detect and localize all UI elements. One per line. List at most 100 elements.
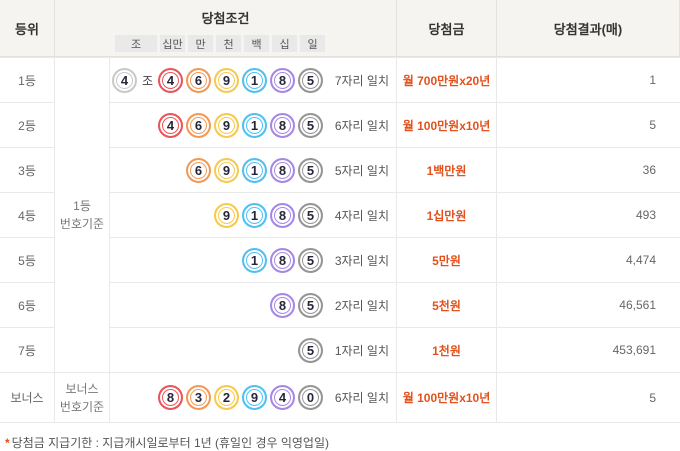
ball-number: 8 [278,297,287,313]
match-label: 4자리 일치 [334,208,389,223]
prize-cell: 5천원 [397,282,497,327]
condition-cell: 9 1 8 5 4자리 일치 [110,192,397,237]
ball-strip: 9 1 8 5 [110,202,325,228]
position-box: 십만 [160,35,185,52]
condition-cell: 4 조 4 6 9 1 8 5 7자리 일치 [110,57,397,102]
ball-number: 5 [306,207,315,223]
header-prize: 당첨금 [397,0,497,57]
prize-cell: 월 100만원x10년 [397,102,497,147]
number-ball: 8 [158,385,183,410]
ball-number: 8 [278,162,287,178]
number-ball: 8 [270,112,295,138]
position-box: 천 [216,35,241,52]
number-ball: 8 [270,67,295,93]
condition-cell: 5 1자리 일치 [110,327,397,372]
prize-cell: 1십만원 [397,192,497,237]
ball-number: 9 [222,207,231,223]
number-ball: 3 [186,385,211,410]
basis-bonus-line2: 번호기준 [59,399,105,414]
ball-number: 4 [166,72,175,88]
ball-number: 3 [194,390,203,405]
ball-number: 1 [250,72,259,88]
number-ball: 6 [186,157,211,183]
ball-number: 5 [306,162,315,178]
number-ball: 5 [298,247,323,273]
count-cell: 493 [497,192,680,237]
ball-number: 5 [306,342,315,358]
ball-number: 0 [306,390,315,405]
match-label: 6자리 일치 [334,391,389,405]
ball-strip: 4조4 6 9 1 8 5 [110,67,325,93]
ball-number: 6 [194,117,203,133]
number-ball: 2 [214,385,239,410]
count-cell: 46,561 [497,282,680,327]
condition-cell: 6 9 1 8 5 5자리 일치 [110,147,397,192]
ball-number: 9 [222,117,231,133]
ball-number: 8 [278,72,287,88]
number-ball: 4 [158,67,183,93]
number-ball: 1 [242,247,267,273]
ball-number: 5 [306,72,315,88]
ball-strip: 6 9 1 8 5 [110,157,325,183]
results-table: 등위 당첨조건 조 십만 만 천 백 십 일 당첨금 당첨결과(매) 1등 번호기준 보너스… [0,0,680,423]
number-ball: 1 [242,202,267,228]
number-ball: 0 [298,385,323,410]
rank-cell: 6등 [0,282,55,327]
match-label: 3자리 일치 [334,253,389,268]
ball-number: 5 [306,297,315,313]
number-ball: 8 [270,292,295,318]
position-box: 백 [244,35,269,52]
rank-cell: 4등 [0,192,55,237]
number-ball: 5 [298,337,323,363]
number-ball: 9 [242,385,267,410]
header-condition: 당첨조건 조 십만 만 천 백 십 일 [55,0,397,57]
basis-first-line2: 번호기준 [59,217,105,231]
number-ball: 5 [298,292,323,318]
position-box: 십 [272,35,297,52]
ball-number: 8 [278,207,287,223]
count-cell: 4,474 [497,237,680,282]
number-ball: 9 [214,202,239,228]
ball-number: 4 [166,117,175,133]
ball-number: 9 [222,72,231,88]
number-ball: 8 [270,202,295,228]
ball-number: 8 [166,390,175,405]
ball-number: 4 [120,72,129,88]
number-ball: 9 [214,67,239,93]
header-rank: 등위 [0,0,55,57]
count-cell: 5 [497,372,680,422]
number-ball: 4 [270,385,295,410]
match-label: 7자리 일치 [334,73,389,88]
number-ball: 5 [298,112,323,138]
number-ball: 6 [186,67,211,93]
number-ball: 8 [270,247,295,273]
ball-number: 1 [250,207,259,223]
group-ball: 4 [111,67,137,93]
ball-number: 1 [250,252,259,268]
ball-number: 6 [194,72,203,88]
position-box: 조 [115,35,157,52]
rank-cell: 1등 [0,57,55,102]
ball-strip: 1 8 5 [110,247,325,273]
ball-number: 9 [222,162,231,178]
ball-strip: 5 [110,337,325,363]
prize-cell: 5만원 [397,237,497,282]
count-cell: 1 [497,57,680,102]
ball-number: 1 [250,162,259,178]
number-ball: 1 [242,112,267,138]
basis-bonus: 보너스 번호기준 [55,372,110,422]
condition-cell: 8 5 2자리 일치 [110,282,397,327]
basis-bonus-line1: 보너스 [65,381,99,396]
footnote: * 당첨금 지급기한 : 지급개시일로부터 1년 (휴일인 경우 익영업일) [5,434,680,451]
rank-cell: 3등 [0,147,55,192]
match-label: 1자리 일치 [334,343,389,358]
footnote-mark: * [5,436,10,450]
ball-strip: 85 [110,292,325,318]
match-label: 2자리 일치 [334,298,389,313]
header-condition-title: 당첨조건 [201,11,250,26]
ball-strip: 4 6 9 1 8 5 [110,112,325,138]
ball-number: 2 [222,390,231,405]
count-cell: 453,691 [497,327,680,372]
number-ball: 5 [298,67,323,93]
group-suffix-label: 조 [141,73,153,88]
